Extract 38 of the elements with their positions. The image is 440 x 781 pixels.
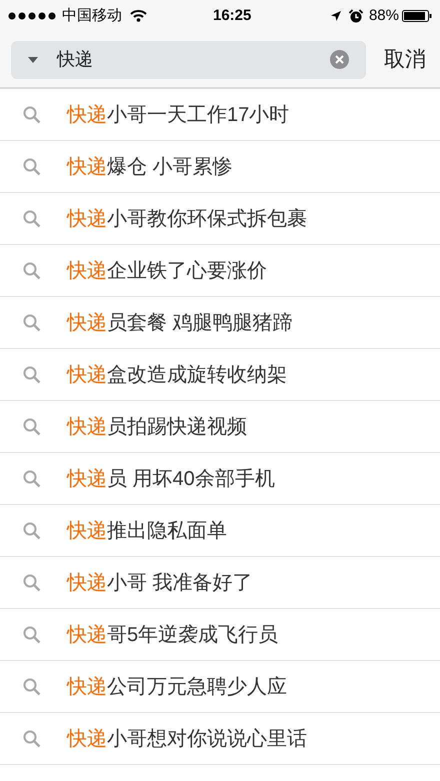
signal-icon	[8, 12, 58, 20]
clear-icon[interactable]	[330, 50, 349, 69]
wifi-icon	[130, 10, 147, 22]
suggestion-item[interactable]: 快递员 用坏40余部手机	[0, 453, 440, 505]
suggestion-item[interactable]: 快递企业铁了心要涨价	[0, 245, 440, 297]
dropdown-caret-icon	[28, 56, 38, 62]
search-icon	[23, 158, 41, 176]
search-icon	[23, 522, 41, 540]
cancel-button[interactable]: 取消	[384, 44, 426, 76]
clock-time: 16:25	[213, 6, 252, 26]
search-icon	[23, 418, 41, 436]
search-icon	[23, 210, 41, 228]
suggestion-item[interactable]: 快递爆仓 小哥累惨	[0, 141, 440, 193]
suggestion-item[interactable]: 快递小哥想对你说说心里话	[0, 713, 440, 765]
search-icon	[23, 626, 41, 644]
suggestion-item[interactable]: 快递小哥教你环保式拆包裹	[0, 193, 440, 245]
search-icon	[23, 470, 41, 488]
location-arrow-icon	[330, 10, 342, 22]
suggestion-item[interactable]: 快递盒改造成旋转收纳架	[0, 349, 440, 401]
suggestion-item[interactable]: 快递员套餐 鸡腿鸭腿猪蹄	[0, 297, 440, 349]
battery-icon	[402, 10, 432, 22]
suggestion-item[interactable]: 快递员拍踢快递视频	[0, 401, 440, 453]
search-icon	[23, 366, 41, 384]
search-icon	[23, 574, 41, 592]
search-icon	[23, 678, 41, 696]
suggestion-item[interactable]: 快递哥5年逆袭成飞行员	[0, 609, 440, 661]
search-icon	[23, 730, 41, 748]
suggestion-item[interactable]: 快递公司万元急聘少人应	[0, 661, 440, 713]
search-field[interactable]: 快递	[11, 40, 366, 78]
suggestion-item[interactable]: 快递推出隐私面单	[0, 505, 440, 557]
suggestion-item[interactable]: 快递小哥 我准备好了	[0, 557, 440, 609]
search-icon	[23, 262, 41, 280]
suggestion-item[interactable]: 快递小哥一天工作17小时	[0, 89, 440, 141]
alarm-clock-icon	[348, 9, 363, 23]
carrier-name: 中国移动	[62, 6, 122, 26]
search-icon	[23, 314, 41, 332]
search-icon	[23, 106, 41, 124]
battery-percentage: 88%	[368, 6, 399, 26]
